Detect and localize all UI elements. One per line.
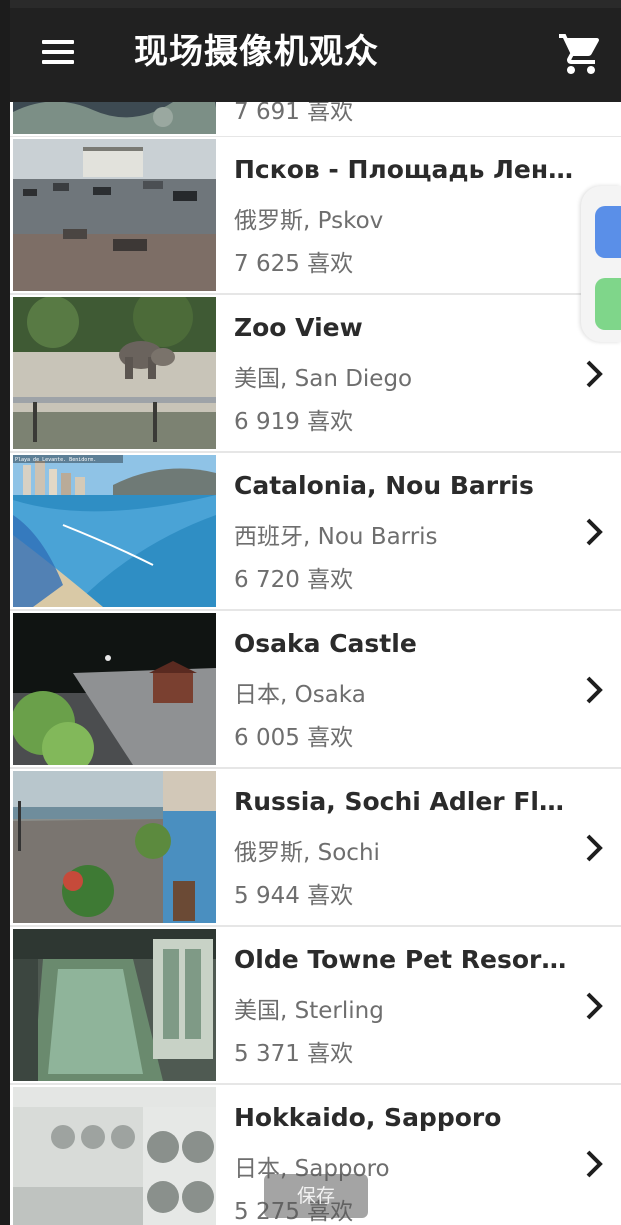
camera-thumbnail xyxy=(13,613,216,765)
camera-title: Osaka Castle xyxy=(234,629,417,658)
likes-count: 6 005 喜欢 xyxy=(234,725,354,751)
camera-list-item[interactable]: Псков - Площадь Ленина 俄罗斯, Pskov 7 625 … xyxy=(10,137,621,295)
app-screen: 7 691 喜欢 Псков - Площадь Ленина 俄罗斯, Psk… xyxy=(10,0,621,1225)
camera-title: Russia, Sochi Adler Flami… xyxy=(234,787,574,816)
camera-thumbnail xyxy=(13,1087,216,1225)
camera-title: Catalonia, Nou Barris xyxy=(234,471,534,500)
translate-icon[interactable] xyxy=(595,206,621,258)
chat-icon[interactable] xyxy=(595,278,621,330)
camera-list-item[interactable]: Playa de Levante. Benidorm. Catalonia, N… xyxy=(10,453,621,611)
chevron-right-icon xyxy=(586,1150,603,1178)
camera-list-item[interactable]: Osaka Castle 日本, Osaka 6 005 喜欢 xyxy=(10,611,621,769)
camera-location: 俄罗斯, Sochi xyxy=(234,840,380,866)
camera-title: Hokkaido, Sapporo xyxy=(234,1103,502,1132)
camera-thumbnail xyxy=(13,771,216,923)
chevron-right-icon xyxy=(586,676,603,704)
chevron-right-icon xyxy=(586,992,603,1020)
camera-thumbnail: Playa de Levante. Benidorm. xyxy=(13,455,216,607)
camera-location: 美国, San Diego xyxy=(234,366,413,392)
camera-title: Zoo View xyxy=(234,313,363,342)
chevron-right-icon xyxy=(586,834,603,862)
thumb-caption: Playa de Levante. Benidorm. xyxy=(15,457,96,463)
chevron-right-icon xyxy=(586,518,603,546)
likes-count: 5 371 喜欢 xyxy=(234,1041,354,1067)
camera-list-item[interactable]: Olde Towne Pet Resort, S… 美国, Sterling 5… xyxy=(10,927,621,1085)
camera-title: Псков - Площадь Ленина xyxy=(234,155,574,184)
camera-title: Olde Towne Pet Resort, S… xyxy=(234,945,574,974)
camera-thumbnail xyxy=(13,929,216,1081)
likes-count: 6 720 喜欢 xyxy=(234,567,354,593)
likes-count: 6 919 喜欢 xyxy=(234,409,354,435)
camera-location: 日本, Osaka xyxy=(234,682,366,708)
camera-thumbnail xyxy=(13,297,216,449)
hamburger-menu-icon[interactable] xyxy=(34,30,82,74)
likes-count: 5 944 喜欢 xyxy=(234,883,354,909)
chevron-right-icon xyxy=(586,360,603,388)
shopping-cart-icon[interactable] xyxy=(557,30,605,78)
page-title: 现场摄像机观众 xyxy=(134,32,379,72)
camera-location: 美国, Sterling xyxy=(234,998,384,1024)
camera-location: 俄罗斯, Pskov xyxy=(234,208,384,234)
save-toast: 保存 xyxy=(264,1174,368,1218)
camera-thumbnail xyxy=(13,139,216,291)
status-bar xyxy=(10,0,621,8)
app-bar: 现场摄像机观众 xyxy=(10,0,621,102)
floating-side-panel[interactable] xyxy=(581,186,621,342)
likes-count: 7 625 喜欢 xyxy=(234,251,354,277)
camera-location: 西班牙, Nou Barris xyxy=(234,524,438,550)
camera-list-item[interactable]: Russia, Sochi Adler Flami… 俄罗斯, Sochi 5 … xyxy=(10,769,621,927)
camera-list-item[interactable]: Zoo View 美国, San Diego 6 919 喜欢 xyxy=(10,295,621,453)
